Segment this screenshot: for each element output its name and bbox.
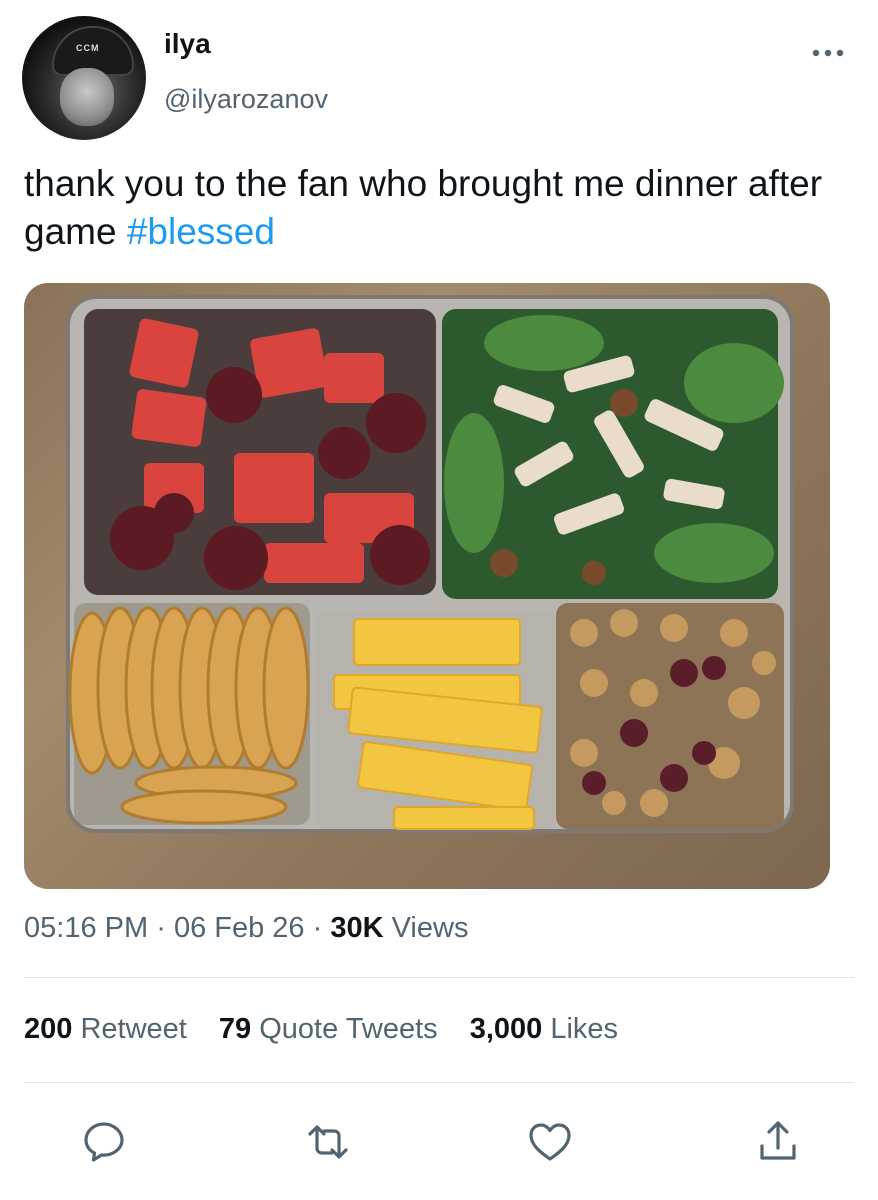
reply-icon[interactable] bbox=[80, 1118, 128, 1166]
meta-separator: · bbox=[312, 912, 323, 944]
like-icon[interactable] bbox=[526, 1118, 574, 1166]
hashtag-link[interactable]: #blessed bbox=[127, 211, 275, 252]
retweets-stat[interactable]: 200 Retweet bbox=[24, 1013, 187, 1045]
share-icon[interactable] bbox=[754, 1118, 802, 1166]
divider bbox=[24, 977, 854, 978]
avatar[interactable]: CCM bbox=[22, 16, 146, 140]
lunchbox-illustration bbox=[66, 295, 794, 833]
divider bbox=[24, 1082, 854, 1083]
tweet-meta: 05:16 PM · 06 Feb 26 · 30K Views bbox=[24, 912, 468, 945]
quotes-count: 79 bbox=[218, 1013, 252, 1045]
more-options-icon[interactable] bbox=[808, 38, 848, 68]
face-shape bbox=[60, 68, 114, 126]
tweet-time[interactable]: 05:16 PM bbox=[24, 912, 148, 944]
tweet-date[interactable]: 06 Feb 26 bbox=[174, 912, 305, 944]
quotes-label: Quote Tweets bbox=[259, 1013, 438, 1045]
tweet-text: thank you to the fan who brought me dinn… bbox=[24, 160, 844, 256]
helmet-logo-text: CCM bbox=[76, 43, 100, 53]
retweet-icon[interactable] bbox=[304, 1118, 352, 1166]
retweets-count: 200 bbox=[24, 1013, 73, 1045]
likes-label: Likes bbox=[550, 1013, 619, 1045]
author-handle[interactable]: @ilyarozanov bbox=[164, 84, 328, 115]
meta-separator: · bbox=[156, 912, 166, 944]
tweet-photo[interactable] bbox=[24, 283, 830, 889]
retweets-label: Retweet bbox=[80, 1013, 187, 1045]
engagement-stats: 200 Retweet 79 Quote Tweets 3,000 Likes bbox=[24, 1013, 642, 1046]
quotes-stat[interactable]: 79 Quote Tweets bbox=[219, 1013, 438, 1045]
likes-stat[interactable]: 3,000 Likes bbox=[470, 1013, 618, 1045]
views-count: 30K bbox=[330, 912, 384, 944]
author-display-name[interactable]: ilya bbox=[164, 28, 211, 60]
likes-count: 3,000 bbox=[469, 1013, 543, 1045]
views-label: Views bbox=[391, 912, 469, 944]
